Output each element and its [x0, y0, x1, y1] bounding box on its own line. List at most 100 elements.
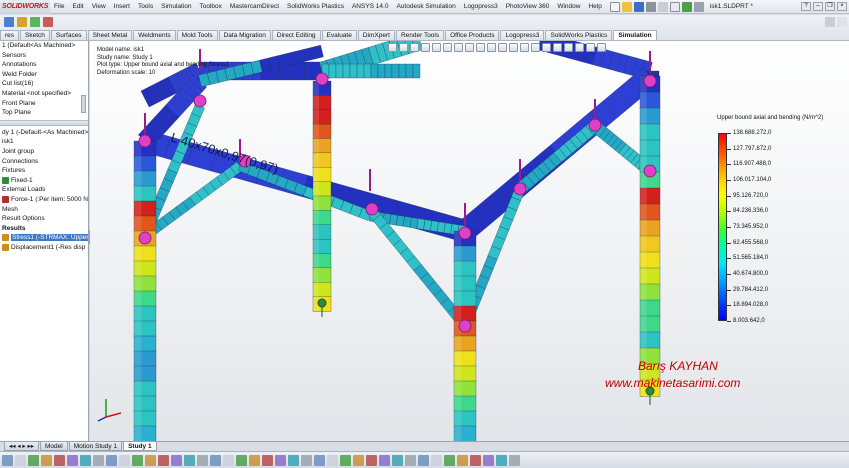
feature-tree-item[interactable]: Front Plane — [0, 99, 88, 109]
column-front-right[interactable] — [453, 230, 477, 441]
tab-data-migration[interactable]: Data Migration — [218, 30, 271, 40]
tab-dimxpert[interactable]: DimXpert — [357, 30, 395, 40]
study-tree-item[interactable]: Force-1 (:Per item: 5000 N — [0, 195, 88, 205]
menu-ansys-14-0[interactable]: ANSYS 14.0 — [348, 3, 393, 10]
more-icon[interactable] — [597, 43, 606, 52]
bottom-tool-icon[interactable] — [223, 454, 234, 466]
menu-tools[interactable]: Tools — [134, 3, 157, 10]
feature-tree-item[interactable]: Material <not specified> — [0, 89, 88, 99]
bottom-tool-icon[interactable] — [431, 454, 442, 466]
ribbon-tool-icon[interactable] — [43, 17, 53, 27]
rebuild-icon[interactable] — [681, 1, 692, 12]
options-icon[interactable] — [575, 43, 584, 52]
bottom-tool-icon[interactable] — [2, 454, 13, 466]
feature-tree-item[interactable]: Sensors — [0, 51, 88, 61]
bottom-tool-icon[interactable] — [314, 454, 325, 466]
zoom-area-icon[interactable] — [399, 43, 408, 52]
bottom-tool-icon[interactable] — [366, 454, 377, 466]
study-tree-item[interactable]: Stress1 (-STRMAX: Upper — [0, 233, 88, 243]
hide-show-icon[interactable] — [454, 43, 463, 52]
tab-logopress3[interactable]: Logopress3 — [500, 30, 545, 40]
study-tree-item[interactable]: Mesh — [0, 205, 88, 215]
bottom-tool-icon[interactable] — [275, 454, 286, 466]
undo-icon[interactable] — [657, 1, 668, 12]
menu-window[interactable]: Window — [553, 3, 584, 10]
ribbon-tool-icon[interactable] — [30, 17, 40, 27]
lights-icon[interactable] — [531, 43, 540, 52]
study-tree-item[interactable]: External Loads — [0, 185, 88, 195]
bottom-tool-icon[interactable] — [327, 454, 338, 466]
bottom-tool-icon[interactable] — [132, 454, 143, 466]
menu-mastercamdirect[interactable]: MastercamDirect — [226, 3, 283, 10]
bottom-tool-icon[interactable] — [93, 454, 104, 466]
restore-icon[interactable]: ❐ — [825, 2, 835, 11]
study-tree-item[interactable]: isk1 — [0, 137, 88, 147]
solidworks-logo[interactable]: SOLIDWORKS — [0, 0, 50, 14]
menu-insert[interactable]: Insert — [110, 3, 134, 10]
tab-weldments[interactable]: Weldments — [133, 30, 176, 40]
wireframe-icon[interactable] — [542, 43, 551, 52]
bottom-tool-icon[interactable] — [353, 454, 364, 466]
new-document-icon[interactable] — [609, 1, 620, 12]
tab-sheet-metal[interactable]: Sheet Metal — [87, 30, 133, 40]
bottom-tool-icon[interactable] — [210, 454, 221, 466]
menu-simulation[interactable]: Simulation — [157, 3, 195, 10]
joint-node[interactable] — [513, 182, 527, 196]
joint-node[interactable] — [315, 72, 329, 86]
tab-solidworks-plastics[interactable]: SolidWorks Plastics — [545, 30, 613, 40]
study-tree-item[interactable]: dy 1 (-Default-<As Machined> — [0, 128, 88, 138]
ribbon-tool-icon[interactable] — [4, 17, 14, 27]
tab-office-products[interactable]: Office Products — [445, 30, 500, 40]
tab-evaluate[interactable]: Evaluate — [321, 30, 357, 40]
joint-node[interactable] — [193, 94, 207, 108]
study-tree-item[interactable]: Fixed-1 — [0, 176, 88, 186]
tab-res[interactable]: res — [0, 30, 20, 40]
bottom-tool-icon[interactable] — [145, 454, 156, 466]
bottom-tool-icon[interactable] — [379, 454, 390, 466]
bottom-tool-icon[interactable] — [340, 454, 351, 466]
bottom-tool-icon[interactable] — [457, 454, 468, 466]
settings-icon[interactable] — [586, 43, 595, 52]
joint-node[interactable] — [138, 231, 152, 245]
menu-view[interactable]: View — [88, 3, 110, 10]
feature-tree-item[interactable]: Top Plane — [0, 108, 88, 118]
shaded-icon[interactable] — [553, 43, 562, 52]
feature-tree-item[interactable]: 1 (Default<As Machined> — [0, 41, 88, 51]
tab-sketch[interactable]: Sketch — [20, 30, 50, 40]
tab-surfaces[interactable]: Surfaces — [50, 30, 87, 40]
bottom-tool-icon[interactable] — [15, 454, 26, 466]
bottom-tool-icon[interactable] — [444, 454, 455, 466]
feature-tree-item[interactable]: Cut list(16) — [0, 79, 88, 89]
study-tree-item[interactable]: Connections — [0, 157, 88, 167]
bottom-tab-motion-study-1[interactable]: Motion Study 1 — [68, 442, 123, 451]
bottom-tool-icon[interactable] — [158, 454, 169, 466]
menu-solidworks-plastics[interactable]: SolidWorks Plastics — [283, 3, 348, 10]
bottom-tool-icon[interactable] — [67, 454, 78, 466]
tab-render-tools[interactable]: Render Tools — [395, 30, 445, 40]
column-back-left[interactable] — [312, 80, 332, 312]
select-icon[interactable] — [669, 1, 680, 12]
cube-icon[interactable] — [520, 43, 529, 52]
previous-view-icon[interactable] — [410, 43, 419, 52]
scrollbar[interactable] — [81, 95, 86, 113]
scene-icon[interactable] — [476, 43, 485, 52]
bottom-tool-icon[interactable] — [54, 454, 65, 466]
study-tree-item[interactable]: Result Options — [0, 214, 88, 224]
bottom-tool-icon[interactable] — [184, 454, 195, 466]
joint-node[interactable] — [138, 134, 152, 148]
bottom-tool-icon[interactable] — [483, 454, 494, 466]
bottom-tool-icon[interactable] — [262, 454, 273, 466]
bottom-tab-study-1[interactable]: Study 1 — [123, 442, 157, 451]
camera-icon[interactable] — [509, 43, 518, 52]
menu-file[interactable]: File — [50, 3, 68, 10]
expand-icon[interactable] — [825, 17, 835, 27]
menu-photoview-360[interactable]: PhotoView 360 — [502, 3, 554, 10]
bottom-tool-icon[interactable] — [80, 454, 91, 466]
perspective-icon[interactable] — [564, 43, 573, 52]
bottom-tab-model[interactable]: Model — [40, 442, 68, 451]
view-orientation-icon[interactable] — [432, 43, 441, 52]
section-view-icon[interactable] — [421, 43, 430, 52]
bottom-tool-icon[interactable] — [106, 454, 117, 466]
menu-logopress3[interactable]: Logopress3 — [460, 3, 502, 10]
zoom-fit-icon[interactable] — [388, 43, 397, 52]
